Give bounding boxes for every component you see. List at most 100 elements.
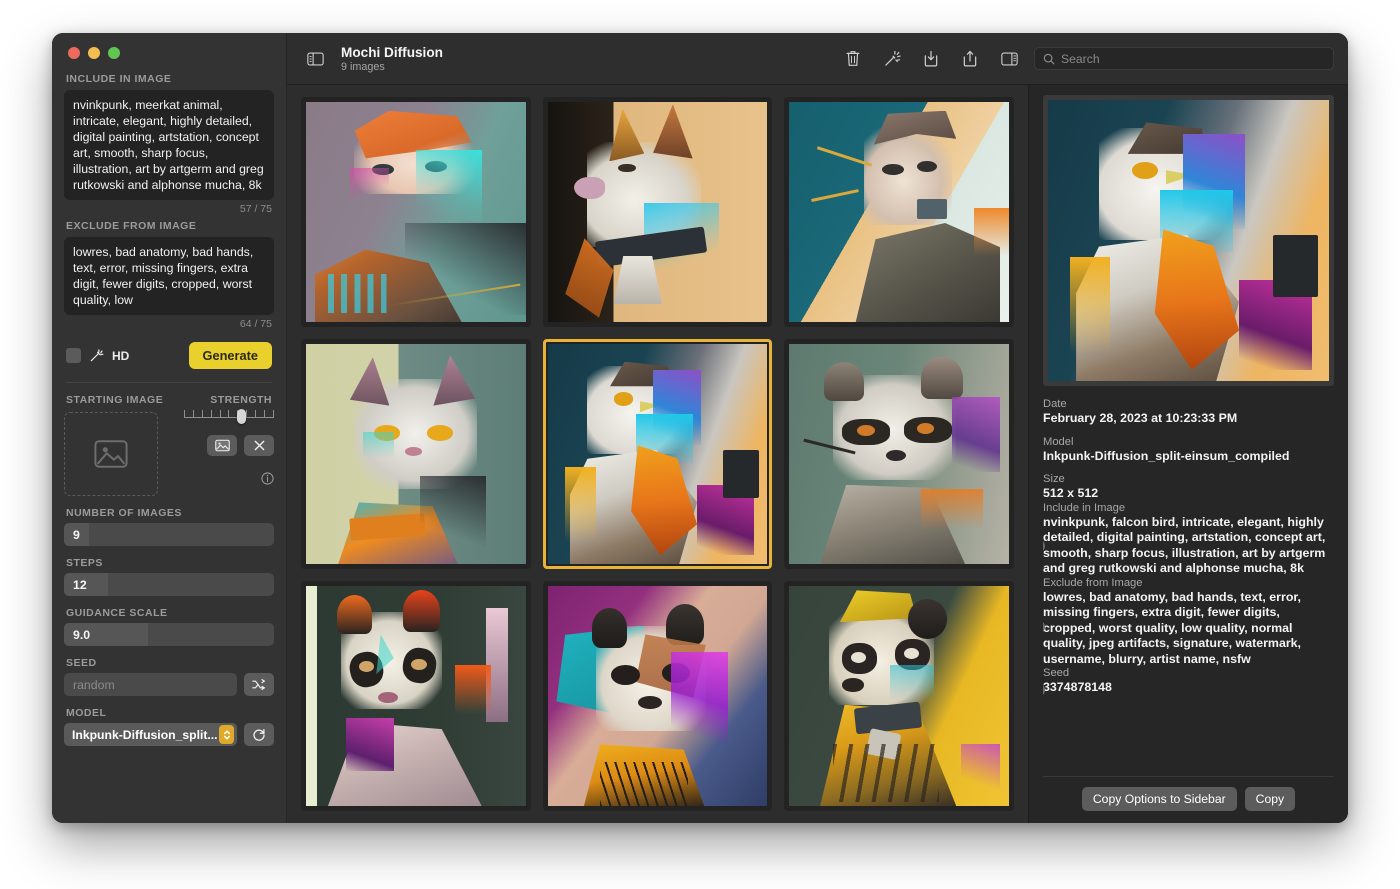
- traffic-lights: [64, 33, 274, 59]
- seed-input[interactable]: random: [64, 673, 237, 696]
- include-counter: 57 / 75: [64, 203, 274, 215]
- include-in-image-label: INCLUDE IN IMAGE: [66, 73, 274, 85]
- thumbnail-artwork: [306, 344, 526, 564]
- starting-image-row: [64, 412, 274, 496]
- exclude-from-image-input[interactable]: lowres, bad anatomy, bad hands, text, er…: [64, 237, 274, 315]
- gallery-item-man-portrait[interactable]: [784, 97, 1014, 327]
- search-icon: [1043, 53, 1055, 65]
- sidebar-toggle-icon[interactable]: [301, 47, 329, 71]
- steps-value: 12: [64, 578, 87, 592]
- size-label: Size: [1043, 473, 1334, 485]
- toolbar-actions: Search: [839, 47, 1334, 71]
- gallery-item-falcon-portrait[interactable]: [543, 339, 773, 569]
- thumbnail-artwork: [548, 102, 768, 322]
- gallery-item-ferret-portrait[interactable]: [543, 581, 773, 811]
- include-value: nvinkpunk, falcon bird, intricate, elega…: [1043, 515, 1334, 577]
- model-value: Inkpunk-Diffusion_split...: [72, 728, 218, 742]
- generate-button[interactable]: Generate: [189, 342, 272, 369]
- exclude-from-image-label: EXCLUDE FROM IMAGE: [66, 220, 274, 232]
- thumbnail-artwork: [548, 344, 768, 564]
- content-row: Date February 28, 2023 at 10:23:33 PM Mo…: [287, 85, 1348, 823]
- minimize-button[interactable]: [88, 47, 100, 59]
- starting-image-buttons: [207, 435, 274, 456]
- gallery-item-meerkat-portrait[interactable]: [784, 581, 1014, 811]
- zoom-button[interactable]: [108, 47, 120, 59]
- share-icon[interactable]: [956, 47, 984, 71]
- generate-row: HD Generate: [64, 342, 274, 369]
- thumbnail-artwork: [306, 586, 526, 806]
- gallery-item-cat-portrait[interactable]: [301, 339, 531, 569]
- model-label: MODEL: [66, 707, 274, 719]
- date-value: February 28, 2023 at 10:23:33 PM: [1043, 411, 1334, 427]
- thumbnail-artwork: [789, 586, 1009, 806]
- magic-wand-icon[interactable]: [878, 47, 906, 71]
- thumbnail-artwork: [789, 344, 1009, 564]
- preview-artwork: [1048, 100, 1329, 381]
- download-icon[interactable]: [917, 47, 945, 71]
- sidebar-divider-1: [66, 382, 272, 383]
- search-input[interactable]: Search: [1034, 47, 1334, 70]
- image-count: 9 images: [341, 61, 443, 73]
- model-select[interactable]: Inkpunk-Diffusion_split...: [64, 723, 237, 746]
- info-panel-actions: Copy Options to Sidebar Copy: [1043, 776, 1334, 823]
- guidance-scale-value: 9.0: [64, 628, 90, 642]
- number-of-images-value: 9: [64, 528, 80, 542]
- number-of-images-label: NUMBER OF IMAGES: [66, 507, 274, 519]
- strength-controls: [172, 412, 274, 496]
- steps-label: STEPS: [66, 557, 274, 569]
- strength-label: STRENGTH: [210, 394, 272, 406]
- choose-image-button[interactable]: [207, 435, 237, 456]
- app-window: INCLUDE IN IMAGE nvinkpunk, meerkat anim…: [52, 33, 1348, 823]
- number-of-images-input[interactable]: 9: [64, 523, 274, 546]
- close-button[interactable]: [68, 47, 80, 59]
- starting-image-label: STARTING IMAGE: [66, 394, 163, 406]
- include-in-image-input[interactable]: nvinkpunk, meerkat animal, intricate, el…: [64, 90, 274, 200]
- seed-value: 3374878148: [1043, 680, 1334, 696]
- gallery-item-raccoon-portrait[interactable]: [784, 339, 1014, 569]
- copy-options-to-sidebar-button[interactable]: Copy Options to Sidebar: [1082, 787, 1237, 811]
- exclude-counter: 64 / 75: [64, 318, 274, 330]
- strength-info-icon[interactable]: [261, 472, 274, 490]
- size-value: 512 x 512: [1043, 486, 1334, 502]
- info-panel: Date February 28, 2023 at 10:23:33 PM Mo…: [1028, 85, 1348, 823]
- reload-models-button[interactable]: [244, 723, 274, 746]
- hd-checkbox[interactable]: [66, 348, 81, 363]
- magic-wand-icon: [89, 348, 104, 363]
- app-title: Mochi Diffusion: [341, 45, 443, 60]
- exclude-label: Exclude from Image: [1043, 577, 1334, 589]
- gallery-item-dog-portrait[interactable]: [543, 97, 773, 327]
- slider-rail: [184, 417, 274, 418]
- main-area: Mochi Diffusion 9 images: [287, 33, 1348, 823]
- toolbar: Mochi Diffusion 9 images: [287, 33, 1348, 85]
- desktop-background: INCLUDE IN IMAGE nvinkpunk, meerkat anim…: [0, 0, 1400, 889]
- image-metadata: Date February 28, 2023 at 10:23:33 PM Mo…: [1043, 398, 1334, 776]
- gallery-item-woman-portrait[interactable]: [301, 97, 531, 327]
- steps-input[interactable]: 12: [64, 573, 274, 596]
- hd-label: HD: [112, 349, 129, 363]
- starting-image-dropzone[interactable]: [64, 412, 158, 496]
- thumbnail-artwork: [789, 102, 1009, 322]
- guidance-scale-input[interactable]: 9.0: [64, 623, 274, 646]
- trash-icon[interactable]: [839, 47, 867, 71]
- strength-slider[interactable]: [184, 410, 274, 426]
- preview-image[interactable]: [1043, 95, 1334, 386]
- seed-label: SEED: [66, 657, 274, 669]
- search-placeholder: Search: [1061, 52, 1100, 66]
- thumbnail-artwork: [306, 102, 526, 322]
- gallery-item-panda-portrait[interactable]: [301, 581, 531, 811]
- model-value: Inkpunk-Diffusion_split-einsum_compiled: [1043, 449, 1334, 465]
- seed-metadata-row: Seed ← 3374878148: [1043, 667, 1334, 696]
- inspector-toggle-icon[interactable]: [995, 47, 1023, 71]
- model-label: Model: [1043, 436, 1334, 448]
- copy-button[interactable]: Copy: [1245, 787, 1295, 811]
- seed-placeholder: random: [64, 678, 115, 692]
- clear-image-button[interactable]: [244, 435, 274, 456]
- include-metadata-row: Include in Image ← nvinkpunk, falcon bir…: [1043, 502, 1334, 577]
- exclude-metadata-row: Exclude from Image ← lowres, bad anatomy…: [1043, 577, 1334, 668]
- exclude-value: lowres, bad anatomy, bad hands, text, er…: [1043, 590, 1334, 668]
- shuffle-seed-button[interactable]: [244, 673, 274, 696]
- seed-row: random: [64, 673, 274, 696]
- chevron-updown-icon: [219, 725, 234, 744]
- slider-knob[interactable]: [237, 409, 246, 424]
- date-label: Date: [1043, 398, 1334, 410]
